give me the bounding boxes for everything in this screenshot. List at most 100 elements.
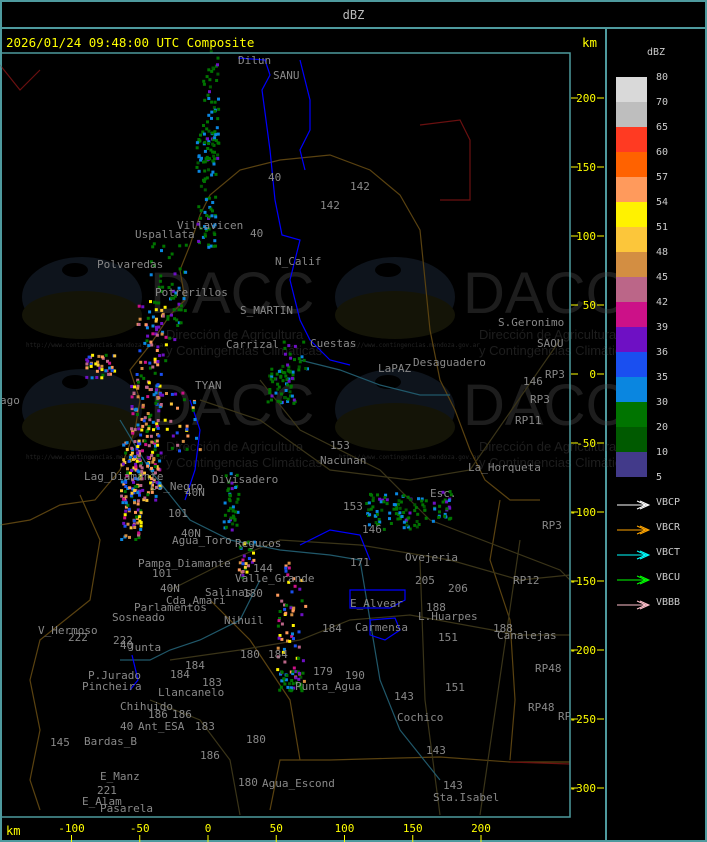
radar-map[interactable]: DACCDirección de Agriculturay Contingenc…: [0, 0, 707, 842]
radar-echo-pixel: [151, 245, 155, 249]
radar-echo-pixel: [120, 538, 124, 541]
radar-echo-pixel: [207, 245, 211, 249]
radar-echo-pixel: [283, 607, 287, 611]
radar-echo-pixel: [211, 201, 215, 204]
radar-echo-pixel: [283, 352, 287, 356]
legend-value: 65: [656, 122, 669, 133]
radar-echo-pixel: [143, 341, 147, 345]
radar-echo-pixel: [369, 492, 372, 496]
radar-echo-pixel: [153, 357, 157, 361]
radar-echo-pixel: [178, 244, 182, 248]
radar-echo-pixel: [402, 494, 406, 498]
radar-echo-pixel: [243, 565, 247, 569]
radar-echo-pixel: [273, 377, 277, 381]
radar-echo-pixel: [144, 323, 148, 327]
radar-echo-pixel: [388, 517, 391, 521]
radar-echo-pixel: [216, 156, 220, 160]
radar-echo-pixel: [205, 214, 209, 217]
legend-vector-vbct: VBCT: [616, 547, 706, 561]
radar-echo-pixel: [382, 500, 386, 504]
legend-vector-vbcp: VBCP: [616, 497, 706, 511]
radar-echo-pixel: [212, 162, 216, 166]
radar-echo-pixel: [136, 386, 140, 390]
radar-echo-pixel: [130, 491, 134, 495]
radar-echo-pixel: [284, 611, 288, 615]
radar-echo-pixel: [229, 516, 233, 520]
radar-echo-pixel: [214, 133, 218, 136]
radar-echo-pixel: [158, 279, 162, 283]
radar-echo-pixel: [154, 308, 158, 312]
legend-value: 54: [656, 197, 669, 208]
radar-echo-pixel: [186, 434, 190, 438]
radar-echo-pixel: [159, 274, 163, 278]
radar-echo-pixel: [365, 502, 369, 505]
radar-echo-pixel: [402, 520, 406, 524]
place-label: SANU: [273, 69, 300, 82]
radar-echo-pixel: [122, 497, 126, 501]
place-label: N_Calif: [275, 255, 321, 268]
legend-value: 70: [656, 97, 669, 108]
radar-echo-pixel: [205, 127, 209, 131]
radar-echo-pixel: [230, 487, 234, 491]
arrow-icon: [617, 500, 651, 510]
radar-echo-pixel: [164, 335, 168, 339]
radar-echo-pixel: [203, 141, 207, 144]
radar-echo-pixel: [216, 117, 220, 121]
radar-echo-pixel: [394, 512, 398, 516]
radar-echo-pixel: [369, 507, 373, 511]
radar-echo-pixel: [149, 340, 153, 344]
radar-echo-pixel: [153, 360, 157, 364]
radar-echo-pixel: [277, 619, 281, 623]
radar-echo-pixel: [153, 300, 156, 304]
radar-echo-pixel: [236, 497, 240, 501]
radar-echo-pixel: [146, 395, 150, 399]
radar-echo-pixel: [141, 424, 145, 428]
radar-echo-pixel: [368, 513, 372, 517]
radar-echo-pixel: [147, 427, 151, 431]
radar-echo-pixel: [302, 340, 306, 344]
radar-echo-pixel: [300, 355, 304, 359]
radar-echo-pixel: [144, 422, 148, 426]
radar-echo-pixel: [137, 454, 141, 458]
radar-echo-pixel: [297, 656, 301, 660]
place-label: RP3: [545, 368, 565, 381]
radar-echo-pixel: [203, 169, 207, 173]
y-tick-label: 200: [576, 92, 596, 105]
radar-echo-pixel: [287, 566, 291, 570]
radar-echo-pixel: [185, 427, 189, 431]
radar-echo-pixel: [160, 332, 164, 336]
radar-echo-pixel: [276, 593, 280, 597]
radar-echo-pixel: [113, 354, 117, 358]
radar-echo-pixel: [202, 132, 206, 136]
radar-echo-pixel: [128, 455, 132, 459]
radar-echo-pixel: [170, 252, 174, 256]
radar-echo-pixel: [197, 239, 201, 243]
radar-echo-pixel: [100, 355, 104, 359]
radar-echo-pixel: [133, 526, 137, 529]
place-label: Potrerillos: [155, 286, 228, 299]
radar-echo-pixel: [97, 354, 101, 358]
radar-echo-pixel: [238, 561, 242, 565]
radar-echo-pixel: [268, 391, 272, 395]
place-label: Ovejeria: [405, 551, 458, 564]
y-tick-label: 100: [576, 230, 596, 243]
radar-echo-pixel: [297, 365, 301, 369]
radar-echo-pixel: [301, 659, 305, 663]
radar-echo-pixel: [128, 486, 132, 490]
legend-swatch: [616, 277, 647, 302]
radar-echo-pixel: [291, 632, 294, 636]
place-label: 40N: [185, 486, 205, 499]
place-label: Nacunan: [320, 454, 366, 467]
radar-echo-pixel: [164, 343, 168, 347]
radar-echo-pixel: [155, 333, 159, 337]
radar-echo-pixel: [289, 356, 293, 360]
radar-echo-pixel: [163, 418, 167, 422]
radar-echo-pixel: [291, 370, 295, 374]
radar-echo-pixel: [124, 534, 128, 538]
radar-echo-pixel: [280, 637, 284, 641]
radar-echo-pixel: [140, 428, 144, 432]
legend-vector-label: VBCP: [656, 497, 681, 508]
radar-echo-pixel: [100, 368, 104, 372]
radar-echo-pixel: [375, 510, 379, 513]
radar-echo-pixel: [210, 69, 214, 73]
